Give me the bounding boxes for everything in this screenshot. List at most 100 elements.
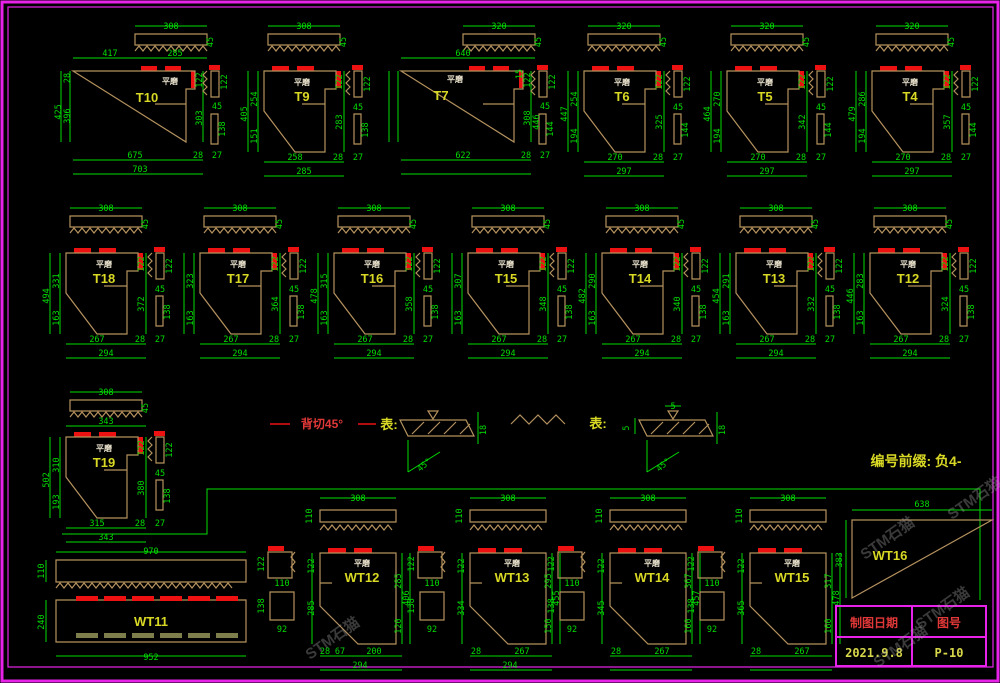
panel-label: T4: [902, 89, 918, 104]
dim: 28: [653, 153, 663, 163]
dim: 638: [914, 500, 929, 510]
dim: 258: [287, 153, 302, 163]
dim: 454: [712, 288, 722, 303]
panel-label: WT15: [775, 570, 810, 585]
dim: 315: [89, 519, 104, 529]
dim: 320: [616, 22, 631, 32]
dim: 138: [565, 304, 575, 319]
dim: 163: [186, 310, 196, 325]
panel-label: WT13: [495, 570, 530, 585]
legend-means-label: 表:: [379, 417, 397, 432]
dim: 45: [947, 37, 957, 47]
panel-sublabel: 平磨: [96, 259, 112, 269]
backcut-symbol: [639, 411, 713, 436]
dim: 308: [780, 494, 795, 504]
dim: 45: [353, 103, 363, 113]
dim: 310: [52, 457, 62, 472]
dim: 144: [969, 122, 979, 137]
dim: 45: [141, 219, 151, 229]
watermark-text: STM石猫: [944, 473, 1000, 523]
dim: 254: [570, 91, 580, 106]
dim: 18: [479, 425, 489, 435]
dim: 254: [250, 91, 260, 106]
dim: 267: [625, 335, 640, 345]
panel-sublabel: 平磨: [900, 259, 916, 269]
dim: 308: [350, 494, 365, 504]
panel-sublabel: 平磨: [162, 76, 178, 86]
dim: 110: [424, 579, 439, 589]
panel-sublabel: 平磨: [498, 259, 514, 269]
dim: 122: [457, 558, 467, 573]
panel-sublabel: 平磨: [354, 558, 370, 568]
dim: 952: [143, 653, 158, 663]
dim: 45: [816, 103, 826, 113]
legend-backcut-label: 背切45°: [301, 416, 343, 431]
dim: 122: [701, 258, 711, 273]
panel-sublabel: 平磨: [294, 77, 310, 87]
dim: 28: [135, 519, 145, 529]
panel-t12: 308 45 446 283 163 122 324 267 28 294 12…: [846, 204, 979, 359]
dim: 45°: [416, 457, 434, 475]
dim: 138: [163, 304, 173, 319]
dim: 122: [737, 558, 747, 573]
dim: 150: [544, 618, 554, 633]
dim: 267: [759, 335, 774, 345]
dim: 122: [407, 556, 417, 571]
panel-sublabel: 平磨: [364, 259, 380, 269]
panel-sublabel: 平磨: [504, 558, 520, 568]
dim: 320: [904, 22, 919, 32]
dim: 27: [540, 151, 550, 161]
dim: 28: [796, 153, 806, 163]
dim: 267: [654, 647, 669, 657]
dim: 45: [141, 403, 151, 413]
dim: 325: [655, 114, 665, 129]
dim: 308: [296, 22, 311, 32]
dim: 122: [165, 258, 175, 273]
dim: 267: [794, 647, 809, 657]
dim: 122: [257, 556, 267, 571]
dim: 372: [137, 296, 147, 311]
dim: 45: [423, 285, 433, 295]
dim: 122: [433, 258, 443, 273]
panel-t5: 320 45 464 270 194 122 342 270 28 297 12…: [703, 22, 836, 177]
dim: 28: [333, 153, 343, 163]
dim: 110: [735, 508, 745, 523]
dim: 5: [622, 425, 632, 430]
panel-wt14: 308 110 122 110 138 92 122 345 367 457 1…: [547, 494, 702, 670]
dim: 122: [807, 256, 817, 271]
dim: 120: [394, 618, 404, 633]
dim: 27: [959, 335, 969, 345]
panel-label: T18: [93, 271, 115, 286]
dim: 28: [611, 647, 621, 657]
dim: 27: [353, 153, 363, 163]
dim: 315: [320, 273, 330, 288]
dim: 144: [546, 121, 556, 136]
dim: 308: [232, 204, 247, 214]
panel-label: T7: [433, 88, 448, 103]
dim: 267: [223, 335, 238, 345]
dim: 138: [547, 598, 557, 613]
dim: 308: [768, 204, 783, 214]
dim: 320: [759, 22, 774, 32]
dim: 27: [155, 335, 165, 345]
dim: 308: [902, 204, 917, 214]
dim: 285: [307, 600, 317, 615]
dim: 194: [570, 128, 580, 143]
dim: 380: [137, 480, 147, 495]
dim: 308: [500, 494, 515, 504]
dim: 343: [98, 417, 113, 427]
dim: 122: [943, 74, 953, 89]
dim: 396: [63, 108, 73, 123]
dim: 45: [673, 103, 683, 113]
dim: 122: [597, 558, 607, 573]
dim: 324: [941, 296, 951, 311]
dim: 383: [835, 552, 845, 567]
dim: 27: [673, 153, 683, 163]
dim: 45: [811, 219, 821, 229]
panel-t18: 308 45 494 331 163 122 372 267 28 294 12…: [42, 204, 175, 359]
dim: 138: [431, 304, 441, 319]
panel-label: T19: [93, 455, 115, 470]
dim: 28: [193, 151, 203, 161]
dim: 163: [454, 310, 464, 325]
dim: 110: [595, 508, 605, 523]
